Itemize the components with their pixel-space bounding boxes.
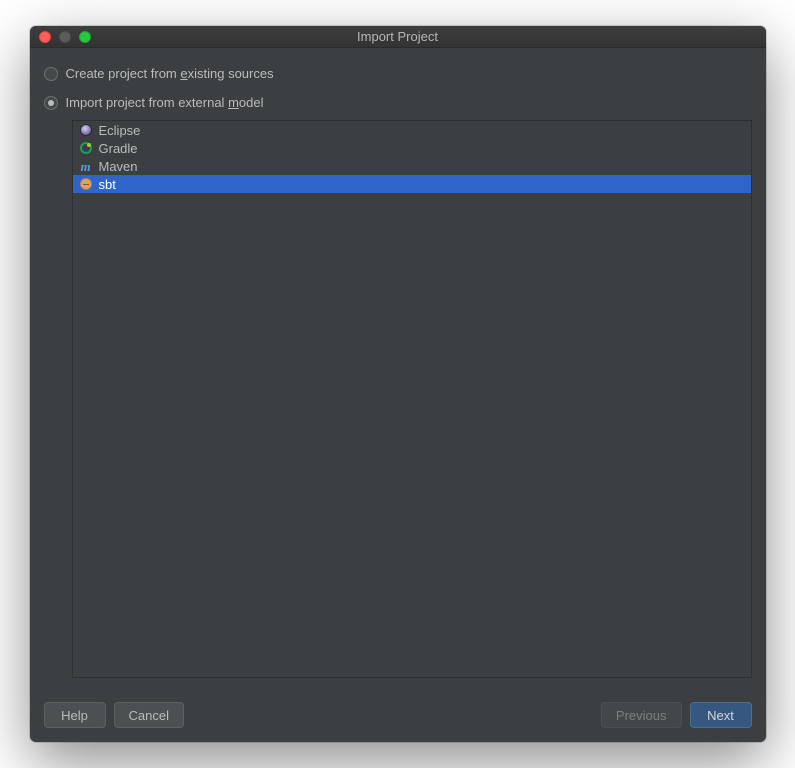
- radio-label: Create project from existing sources: [66, 66, 274, 81]
- window-controls: [30, 31, 91, 43]
- minimize-window-button: [59, 31, 71, 43]
- previous-button: Previous: [601, 702, 682, 728]
- window-title: Import Project: [30, 29, 766, 44]
- model-item-label: Maven: [99, 159, 138, 174]
- gradle-icon: [79, 141, 93, 155]
- cancel-button[interactable]: Cancel: [114, 702, 184, 728]
- external-model-list[interactable]: Eclipse Gradle m Maven sbt: [72, 120, 752, 678]
- model-item-label: sbt: [99, 177, 116, 192]
- model-item-label: Gradle: [99, 141, 138, 156]
- radio-create-from-existing[interactable]: Create project from existing sources: [44, 62, 752, 91]
- radio-icon: [44, 96, 58, 110]
- radio-icon: [44, 67, 58, 81]
- maximize-window-button[interactable]: [79, 31, 91, 43]
- eclipse-icon: [79, 123, 93, 137]
- close-window-button[interactable]: [39, 31, 51, 43]
- help-button[interactable]: Help: [44, 702, 106, 728]
- model-item-sbt[interactable]: sbt: [73, 175, 751, 193]
- radio-import-external-model[interactable]: Import project from external model: [44, 91, 752, 120]
- maven-icon: m: [79, 159, 93, 173]
- dialog-button-bar: Help Cancel Previous Next: [30, 690, 766, 742]
- model-item-gradle[interactable]: Gradle: [73, 139, 751, 157]
- model-item-maven[interactable]: m Maven: [73, 157, 751, 175]
- titlebar: Import Project: [30, 26, 766, 48]
- radio-label: Import project from external model: [66, 95, 264, 110]
- dialog-content: Create project from existing sources Imp…: [30, 48, 766, 690]
- sbt-icon: [79, 177, 93, 191]
- next-button[interactable]: Next: [690, 702, 752, 728]
- import-project-dialog: Import Project Create project from exist…: [30, 26, 766, 742]
- model-item-label: Eclipse: [99, 123, 141, 138]
- model-item-eclipse[interactable]: Eclipse: [73, 121, 751, 139]
